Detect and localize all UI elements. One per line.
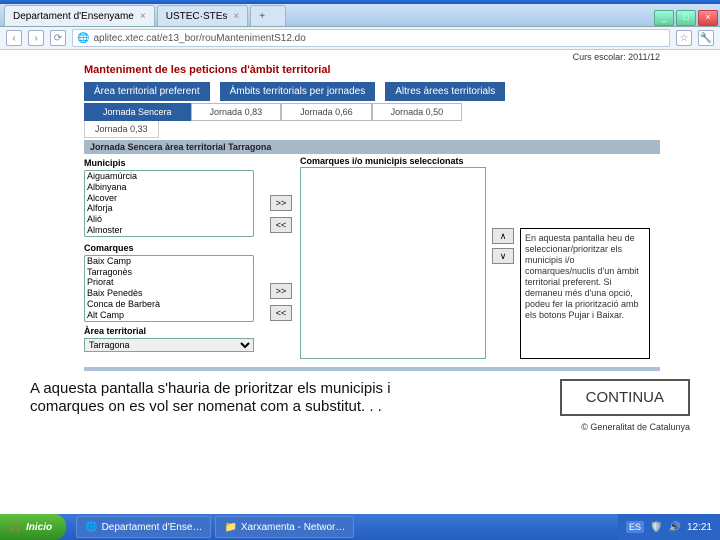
main-tabs: Àrea territorial preferent Àmbits territ… bbox=[84, 82, 660, 101]
copyright: © Generalitat de Catalunya bbox=[0, 422, 720, 434]
list-item: Alió bbox=[85, 214, 253, 225]
jornada-tabs-row2: Jornada 0,33 bbox=[84, 121, 660, 138]
url-text: aplitec.xtec.cat/e13_bor/rouMantenimentS… bbox=[93, 33, 305, 44]
wrench-icon[interactable]: 🔧 bbox=[698, 30, 714, 46]
taskbar: Inicio 🌐Departament d'Ense… 📁Xarxamenta … bbox=[0, 514, 720, 540]
taskbar-item-1[interactable]: 🌐Departament d'Ense… bbox=[76, 516, 211, 538]
main-tab-2[interactable]: Àmbits territorials per jornades bbox=[220, 82, 376, 101]
list-item: Aiguamúrcia bbox=[85, 171, 253, 182]
municipis-list[interactable]: Aiguamúrcia Albinyana Alcover Alforja Al… bbox=[84, 170, 254, 237]
tab-2[interactable]: USTEC·STEs × bbox=[157, 5, 249, 26]
jornada-tab-033[interactable]: Jornada 0,33 bbox=[84, 121, 159, 138]
url-input[interactable]: 🌐aplitec.xtec.cat/e13_bor/rouManteniment… bbox=[72, 29, 670, 47]
list-item: Alt Camp bbox=[85, 310, 253, 321]
main-tab-1[interactable]: Àrea territorial preferent bbox=[84, 82, 210, 101]
bookmark-icon[interactable]: ☆ bbox=[676, 30, 692, 46]
move-down-button[interactable]: ∨ bbox=[492, 248, 514, 264]
list-item: Alcover bbox=[85, 193, 253, 204]
page-title: Manteniment de les peticions d'àmbit ter… bbox=[84, 64, 660, 76]
clock[interactable]: 12:21 bbox=[687, 522, 712, 533]
list-item: Priorat bbox=[85, 277, 253, 288]
minimize-button[interactable]: _ bbox=[654, 10, 674, 26]
municipis-label: Municipis bbox=[84, 158, 264, 168]
browser-tabs: Departament d'Ensenyame × USTEC·STEs × + _… bbox=[0, 4, 720, 27]
list-item: Baix Penedès bbox=[85, 288, 253, 299]
start-button[interactable]: Inicio bbox=[0, 514, 66, 540]
windows-logo-icon bbox=[8, 520, 22, 534]
list-item: Tarragonès bbox=[85, 267, 253, 278]
start-label: Inicio bbox=[26, 522, 52, 533]
taskbar-item-2[interactable]: 📁Xarxamenta - Networ… bbox=[215, 516, 354, 538]
maximize-button[interactable]: □ bbox=[676, 10, 696, 26]
add-comarca-button[interactable]: >> bbox=[270, 283, 292, 299]
jornada-tab-066[interactable]: Jornada 0,66 bbox=[281, 103, 372, 121]
remove-button[interactable]: << bbox=[270, 217, 292, 233]
language-indicator[interactable]: ES bbox=[626, 521, 644, 533]
comarques-list[interactable]: Baix Camp Tarragonès Priorat Baix Penedè… bbox=[84, 255, 254, 322]
list-item: Baix Camp bbox=[85, 256, 253, 267]
close-window-button[interactable]: × bbox=[698, 10, 718, 26]
jornada-tab-050[interactable]: Jornada 0,50 bbox=[372, 103, 463, 121]
tab-1[interactable]: Departament d'Ensenyame × bbox=[4, 5, 155, 26]
tab-2-label: USTEC·STEs bbox=[166, 11, 228, 22]
jornada-tab-sencera[interactable]: Jornada Sencera bbox=[84, 103, 191, 121]
tray-icon[interactable]: 🛡️ bbox=[650, 522, 662, 533]
list-item: Almoster bbox=[85, 225, 253, 236]
list-item: Conca de Barberà bbox=[85, 299, 253, 310]
main-tab-3[interactable]: Altres àrees territorials bbox=[385, 82, 505, 101]
page-content: Curs escolar: 2011/12 Manteniment de les… bbox=[0, 50, 720, 371]
taskbar-item-label: Xarxamenta - Networ… bbox=[241, 522, 345, 533]
comarques-label: Comarques bbox=[84, 243, 264, 253]
selected-header: Comarques i/o municipis seleccionats bbox=[300, 156, 486, 166]
remove-comarca-button[interactable]: << bbox=[270, 305, 292, 321]
tray-icon[interactable]: 🔊 bbox=[669, 522, 681, 533]
help-note: En aquesta pantalla heu de seleccionar/p… bbox=[520, 228, 650, 359]
area-territorial-select[interactable]: Tarragona bbox=[84, 338, 254, 352]
forward-button[interactable]: › bbox=[28, 30, 44, 46]
list-item: Alforja bbox=[85, 203, 253, 214]
caption-text: A aquesta pantalla s'hauria de prioritza… bbox=[30, 380, 450, 416]
jornada-tab-083[interactable]: Jornada 0,83 bbox=[191, 103, 282, 121]
jornada-tabs: Jornada Sencera Jornada 0,83 Jornada 0,6… bbox=[84, 103, 660, 121]
close-icon[interactable]: × bbox=[140, 11, 146, 22]
move-up-button[interactable]: ∧ bbox=[492, 228, 514, 244]
slide-caption: A aquesta pantalla s'hauria de prioritza… bbox=[0, 371, 720, 422]
section-header: Jornada Sencera àrea territorial Tarrago… bbox=[84, 140, 660, 154]
back-button[interactable]: ‹ bbox=[6, 30, 22, 46]
new-tab-button[interactable]: + bbox=[250, 5, 286, 26]
system-tray: ES 🛡️ 🔊 12:21 bbox=[618, 514, 720, 540]
divider bbox=[84, 367, 660, 371]
taskbar-item-label: Departament d'Ense… bbox=[102, 522, 203, 533]
continua-button[interactable]: CONTINUA bbox=[560, 379, 690, 416]
tab-1-label: Departament d'Ensenyame bbox=[13, 11, 134, 22]
reload-button[interactable]: ⟳ bbox=[50, 30, 66, 46]
address-bar: ‹ › ⟳ 🌐aplitec.xtec.cat/e13_bor/rouMante… bbox=[0, 27, 720, 50]
selected-list[interactable] bbox=[300, 167, 486, 359]
close-icon[interactable]: × bbox=[233, 11, 239, 22]
school-year: Curs escolar: 2011/12 bbox=[573, 52, 660, 62]
area-territorial-label: Àrea territorial bbox=[84, 326, 264, 336]
add-button[interactable]: >> bbox=[270, 195, 292, 211]
list-item: Albinyana bbox=[85, 182, 253, 193]
